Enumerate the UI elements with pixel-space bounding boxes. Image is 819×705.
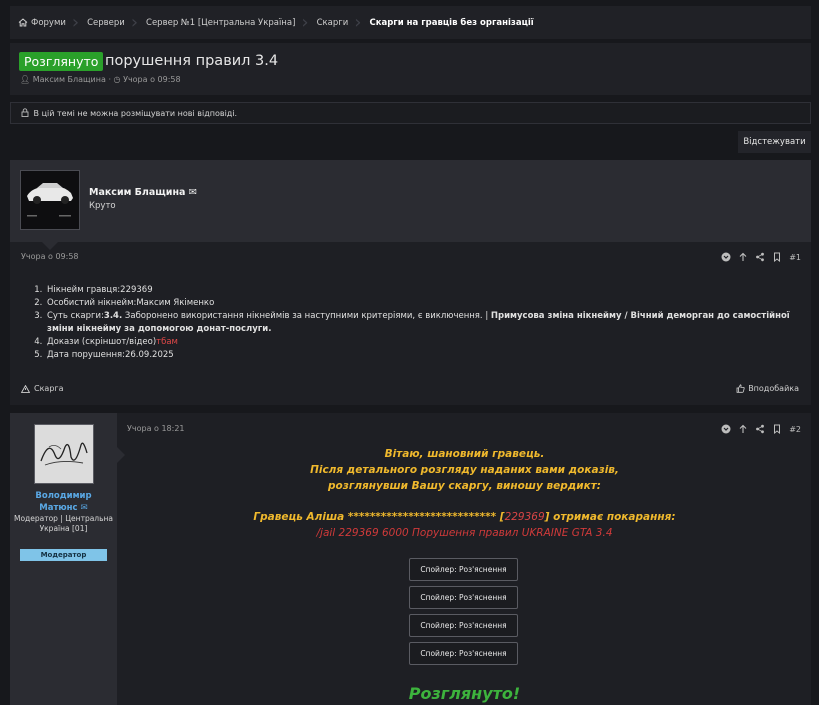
chevron-down-circle-icon[interactable] [721,424,731,434]
post-2-actions: #2 [721,424,801,434]
clock-icon: ◷ [113,75,121,84]
mail-icon: ✉ [188,187,197,198]
post-1-pointer [42,242,58,250]
spoiler-button[interactable]: Спойлер: Роз'яснення [409,558,518,581]
bookmark-icon[interactable] [772,252,782,262]
warning-icon [21,384,30,393]
post-1-author[interactable]: Максим Блащина ✉ [89,187,197,198]
verdict-line-3: розглянувши Вашу скаргу, виношу вердикт: [328,480,601,492]
separator: · [108,75,111,84]
chevron-down-circle-icon[interactable] [721,252,731,262]
evidence-link[interactable]: тбам [156,337,178,347]
post-1-actions: #1 [721,252,801,262]
verdict-line-2: Після детального розгляду наданих вами д… [310,464,619,476]
spoiler-button[interactable]: Спойлер: Роз'яснення [409,642,518,665]
list-item: Дата порушення:26.09.2025 [45,349,806,362]
chevron-right-icon: › [301,11,309,33]
locked-notice: В цій темі не можна розміщувати нові від… [10,102,811,124]
breadcrumb-server-1[interactable]: Сервер №1 [Центральна Україна] [146,18,295,28]
verdict-penalty: Гравець Аліша **************************… [253,511,676,523]
post-2: Володимир Матюнс ✉ Модератор | Центральн… [10,413,811,705]
like-button[interactable]: Вподобайка [736,384,799,393]
car-avatar-image [21,171,79,229]
jail-command: /jail 229369 6000 Порушення правил UKRAI… [316,527,613,539]
signature-avatar-image [35,425,93,483]
breadcrumb-forums[interactable]: Форуми [18,18,66,28]
complaint-list: Нікнейм гравця:229369 Особистий нікнейм:… [31,284,806,362]
arrow-up-icon[interactable] [738,424,748,434]
chevron-right-icon: › [130,11,139,33]
post-2-number[interactable]: #2 [789,425,801,434]
list-item: Особистий нікнейм:Максим Якіменко [45,297,806,310]
share-icon[interactable] [755,252,765,262]
spoiler-button[interactable]: Спойлер: Роз'яснення [409,614,518,637]
post-1-user-header: Максим Блащина ✉ Круто [10,160,811,242]
reviewed-label: Розглянуто! [408,684,521,703]
player-id: 229369 [504,511,545,523]
thread-meta: 👤︎ Максим Блащина · ◷ Учора о 09:58 [20,75,181,84]
status-badge[interactable]: Розглянуто [19,52,104,71]
list-item: Нікнейм гравця:229369 [45,284,806,297]
spoiler-button[interactable]: Спойлер: Роз'яснення [409,586,518,609]
post-2-user-sidebar: Володимир Матюнс ✉ Модератор | Центральн… [10,413,117,705]
post-1-user-title: Круто [89,201,116,211]
chevron-right-icon: › [71,11,80,33]
post-2-user-title: Модератор | Центральна Україна [01] [14,514,114,533]
moderator-badge: Модератор [20,549,107,561]
post-1: Максим Блащина ✉ Круто Учора о 09:58 #1 … [10,160,811,405]
post-1-date[interactable]: Учора о 09:58 [21,252,79,261]
breadcrumb-servers[interactable]: Сервери [87,18,125,28]
thread-author[interactable]: Максим Блащина [33,75,106,84]
breadcrumb: Форуми › Сервери › Сервер №1 [Центральна… [10,6,811,39]
mail-icon: ✉ [80,503,88,513]
chevron-right-icon: › [354,11,362,33]
thread-header: Розглянуто порушення правил 3.4 👤︎ Макси… [10,43,811,95]
post-1-body: Нікнейм гравця:229369 Особистий нікнейм:… [31,284,806,362]
post-2-author[interactable]: Володимир Матюнс ✉ [16,490,111,514]
verdict-greeting: Вітаю, шановний гравець. [384,448,545,460]
report-button[interactable]: Скарга [21,384,64,393]
post-2-date[interactable]: Учора о 18:21 [127,424,185,433]
avatar[interactable] [20,170,80,230]
avatar[interactable] [34,424,94,484]
arrow-up-icon[interactable] [738,252,748,262]
page-title: порушення правил 3.4 [105,53,279,69]
home-icon [18,18,28,27]
thread-date[interactable]: Учора о 09:58 [123,75,181,84]
breadcrumb-player-complaints[interactable]: Скарги на гравців без організації [369,18,533,28]
lock-icon [21,108,29,117]
share-icon[interactable] [755,424,765,434]
breadcrumb-complaints[interactable]: Скарги [317,18,349,28]
bookmark-icon[interactable] [772,424,782,434]
locked-notice-text: В цій темі не можна розміщувати нові від… [33,109,238,118]
post-1-number[interactable]: #1 [789,253,801,262]
list-item: Докази (скріншот/відео)тбам [45,336,806,349]
thumbs-up-icon [736,384,745,393]
list-item: Суть скарги:3.4. Заборонено використання… [45,310,806,336]
watch-button[interactable]: Відстежувати [738,131,811,153]
user-icon: 👤︎ [20,75,31,84]
